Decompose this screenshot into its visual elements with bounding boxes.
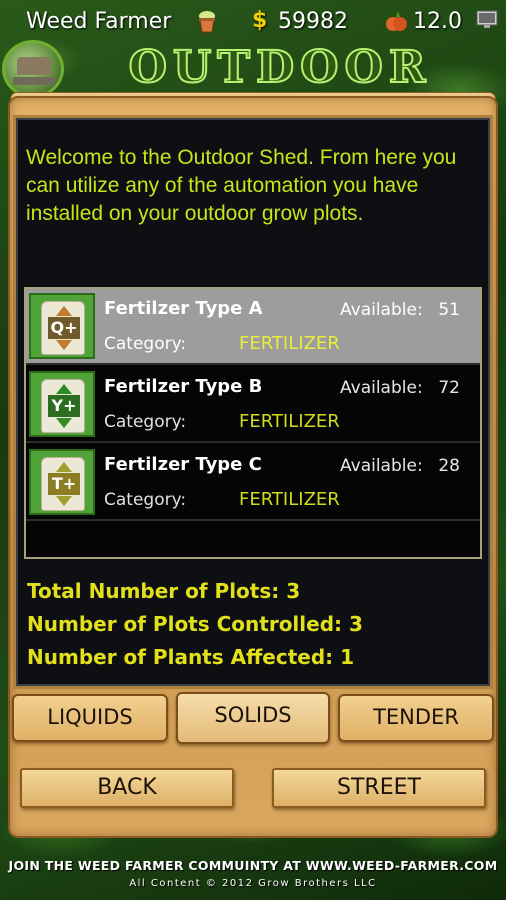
- item-list[interactable]: Q+ Fertilzer Type A Available: 51 Catego…: [24, 287, 482, 559]
- plots-controlled: Number of Plots Controlled: 3: [27, 612, 363, 636]
- shed-roof: [17, 57, 51, 75]
- category-value: FERTILIZER: [239, 489, 340, 510]
- time-value: 12.0: [413, 9, 462, 34]
- available-value: 28: [438, 456, 460, 476]
- pot-icon: [199, 11, 215, 33]
- category-value: FERTILIZER: [239, 411, 340, 432]
- community-link[interactable]: JOIN THE WEED FARMER COMMUINTY AT WWW.WE…: [0, 858, 506, 873]
- plot-stats: Total Number of Plots: 3 Number of Plots…: [27, 575, 477, 674]
- list-item[interactable]: Y+ Fertilzer Type B Available: 72 Catego…: [26, 367, 480, 443]
- bag-shape: T+: [41, 457, 85, 511]
- money-value: 59982: [278, 9, 348, 34]
- shed-base: [13, 77, 55, 85]
- total-plots: Total Number of Plots: 3: [27, 579, 301, 603]
- tab-tender[interactable]: TENDER: [338, 694, 494, 742]
- grade-label: Q+: [48, 317, 80, 339]
- category-label: Category:: [104, 490, 187, 510]
- plants-affected: Number of Plants Affected: 1: [27, 645, 355, 669]
- list-item[interactable]: Q+ Fertilzer Type A Available: 51 Catego…: [26, 289, 480, 365]
- available-value: 51: [438, 300, 460, 320]
- category-label: Category:: [104, 412, 187, 432]
- arrow-down-icon: [56, 418, 72, 428]
- shed-avatar[interactable]: [2, 40, 64, 98]
- back-button[interactable]: BACK: [20, 768, 234, 808]
- list-item[interactable]: T+ Fertilzer Type C Available: 28 Catego…: [26, 445, 480, 521]
- available-label: Available:: [340, 378, 423, 398]
- welcome-text: Welcome to the Outdoor Shed. From here y…: [26, 146, 457, 225]
- arrow-down-icon: [56, 496, 72, 506]
- grade-label: T+: [48, 473, 80, 495]
- bag-shape: Y+: [41, 379, 85, 433]
- arrow-up-icon: [56, 384, 72, 394]
- tab-liquids[interactable]: LIQUIDS: [12, 694, 168, 742]
- item-name: Fertilzer Type A: [104, 298, 263, 319]
- arrow-up-icon: [56, 306, 72, 316]
- category-label: Category:: [104, 334, 187, 354]
- app-name: Weed Farmer: [26, 9, 172, 34]
- tab-solids[interactable]: SOLIDS: [176, 692, 330, 744]
- fertilizer-bag-icon: T+: [29, 449, 95, 515]
- fertilizer-bag-icon: Y+: [29, 371, 95, 437]
- bag-shape: Q+: [41, 301, 85, 355]
- available-value: 72: [438, 378, 460, 398]
- category-value: FERTILIZER: [239, 333, 340, 354]
- arrow-down-icon: [56, 340, 72, 350]
- monitor-icon[interactable]: [476, 10, 498, 30]
- page-title: OUTDOOR SHED: [128, 41, 432, 145]
- street-button[interactable]: STREET: [272, 768, 486, 808]
- arrow-up-icon: [56, 462, 72, 472]
- fruit-icon: [386, 11, 407, 31]
- status-bar: Weed Farmer $ 59982 12.0: [0, 0, 506, 46]
- available-label: Available:: [340, 456, 423, 476]
- item-name: Fertilzer Type C: [104, 454, 262, 475]
- fertilizer-bag-icon: Q+: [29, 293, 95, 359]
- dollar-icon: $: [252, 8, 268, 33]
- grade-label: Y+: [48, 395, 80, 417]
- item-name: Fertilzer Type B: [104, 376, 263, 397]
- available-label: Available:: [340, 300, 423, 320]
- copyright-text: All Content © 2012 Grow Brothers LLC: [129, 878, 377, 889]
